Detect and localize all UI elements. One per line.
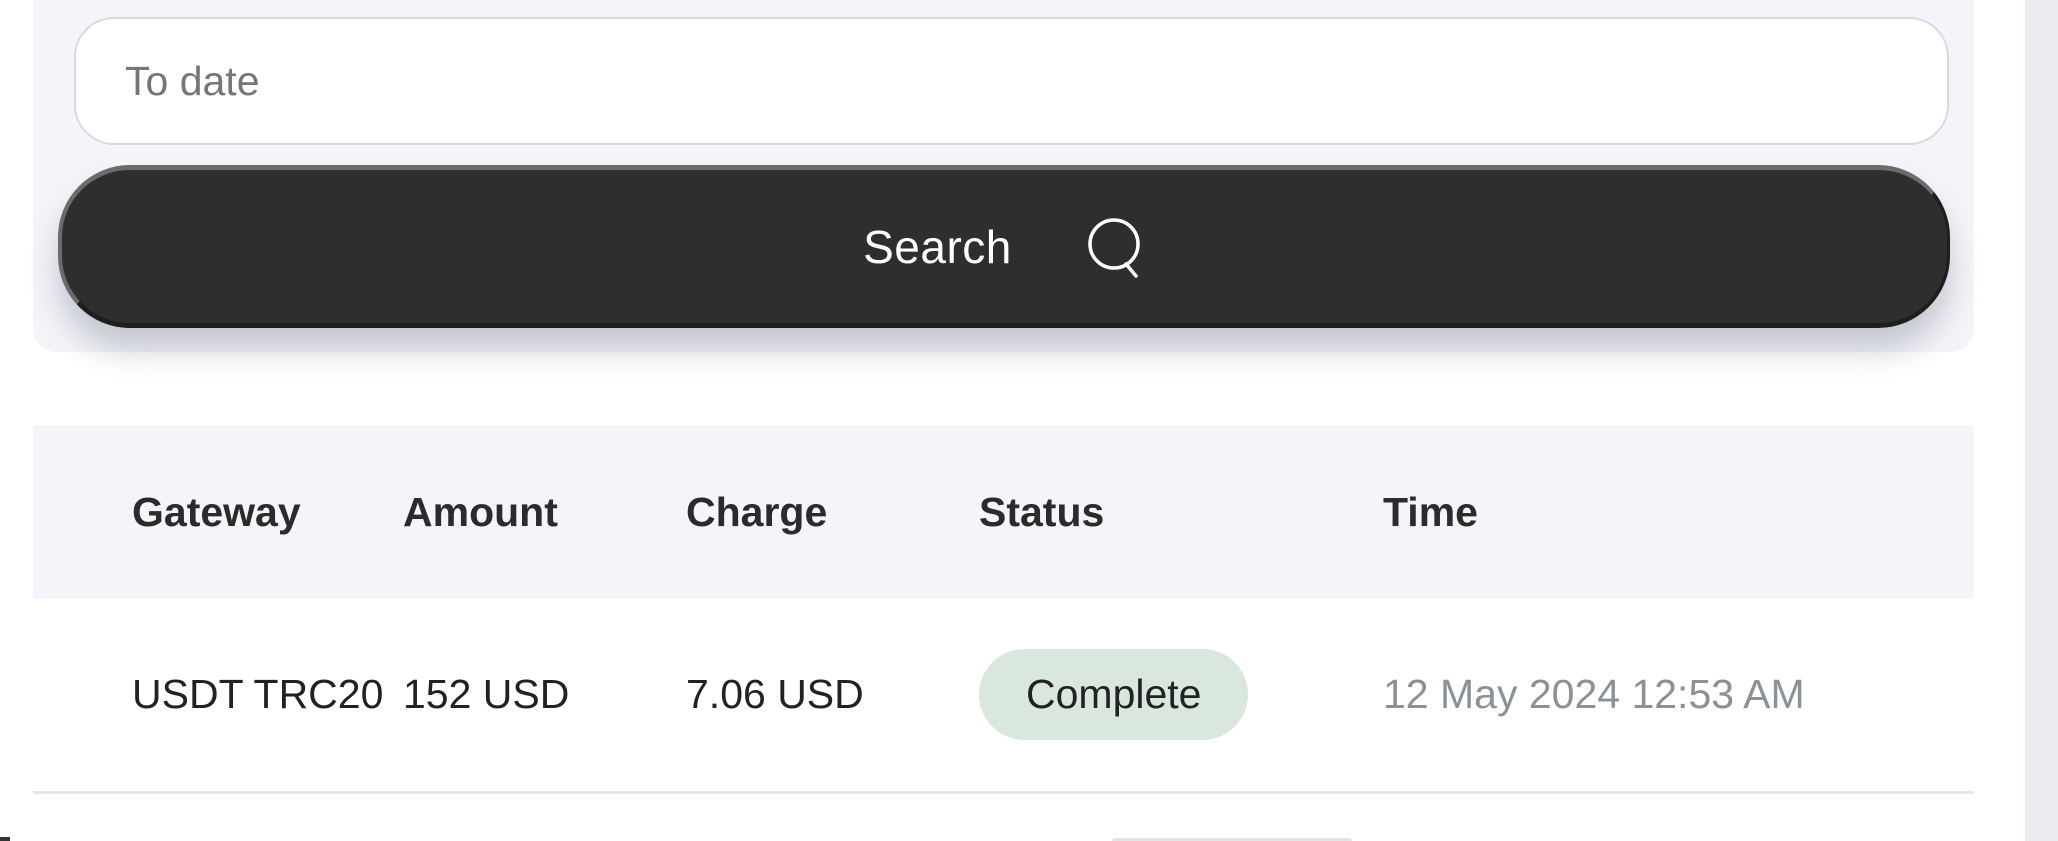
search-icon bbox=[1086, 216, 1146, 278]
page-scrollbar[interactable] bbox=[2025, 0, 2058, 841]
status-badge: Complete bbox=[979, 649, 1249, 741]
search-button-label: Search bbox=[863, 220, 1012, 273]
column-header-gateway: Gateway bbox=[132, 488, 301, 535]
partial-row-edge bbox=[0, 837, 10, 841]
to-date-input[interactable] bbox=[74, 17, 1949, 145]
table-header-row: Gateway Amount Charge Status Time bbox=[33, 425, 1974, 599]
charge-cell: 7.06 USD bbox=[686, 671, 864, 718]
table-row: USDT TRC20 152 USD 7.06 USD Complete 12 … bbox=[33, 599, 1974, 792]
column-header-time: Time bbox=[1383, 488, 1478, 535]
column-header-status: Status bbox=[979, 488, 1105, 535]
transactions-table: Gateway Amount Charge Status Time USDT T… bbox=[33, 425, 1974, 794]
column-header-charge: Charge bbox=[686, 488, 828, 535]
column-header-amount: Amount bbox=[403, 488, 558, 535]
status-cell: Complete bbox=[979, 599, 1383, 792]
gateway-cell: USDT TRC20 bbox=[132, 671, 384, 718]
amount-cell: 152 USD bbox=[403, 671, 570, 718]
search-button[interactable]: Search bbox=[58, 165, 1950, 328]
time-cell: 12 May 2024 12:53 AM bbox=[1383, 671, 1805, 718]
